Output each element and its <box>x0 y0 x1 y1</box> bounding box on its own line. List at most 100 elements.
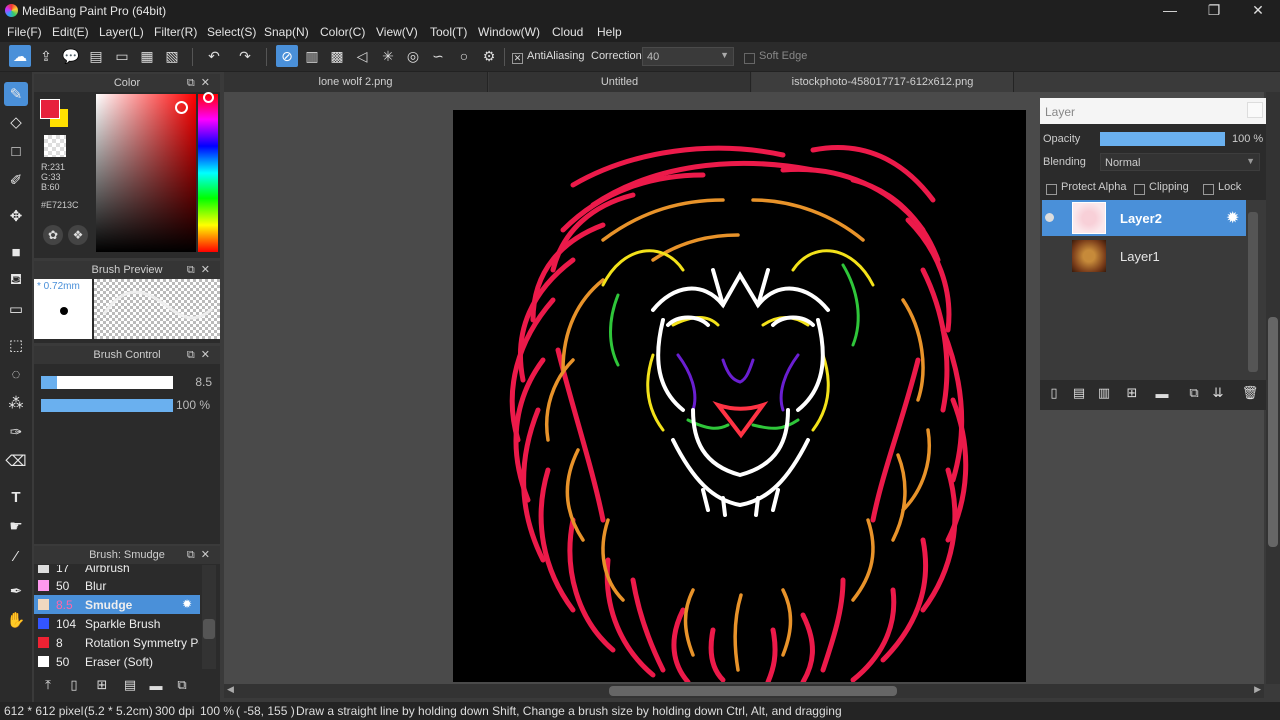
menu-edit[interactable]: Edit(E) <box>52 25 89 39</box>
new-brush-icon[interactable]: ▯ <box>64 675 84 695</box>
menu-tool[interactable]: Tool(T) <box>430 25 467 39</box>
foreground-color-swatch[interactable] <box>40 99 60 119</box>
add-brush-cloud-icon[interactable]: ⤒ <box>38 675 58 695</box>
close-button[interactable]: ✕ <box>1236 0 1280 22</box>
tab-untitled[interactable]: Untitled <box>489 72 751 92</box>
menu-help[interactable]: Help <box>597 25 622 39</box>
scroll-right-icon[interactable]: ▶ <box>1254 684 1261 695</box>
speech-bubble-icon[interactable]: 💬 <box>60 45 82 67</box>
brush-list-scrollbar[interactable] <box>202 565 216 669</box>
add-brush-menu-icon[interactable]: ⊞ <box>92 675 112 695</box>
comment-icon[interactable]: ▤ <box>85 45 107 67</box>
menu-filter[interactable]: Filter(R) <box>154 25 197 39</box>
redo-icon[interactable]: ↷ <box>234 45 256 67</box>
panel-popout-close-icon[interactable]: ⧉✕ <box>187 546 216 564</box>
brush-properties-icon[interactable]: ▤ <box>120 675 140 695</box>
grid-snap-icon[interactable]: ▩ <box>326 45 348 67</box>
blending-select[interactable]: Normal ▼ <box>1100 153 1260 171</box>
radial-snap-icon[interactable]: ✳ <box>377 45 399 67</box>
new-8bit-layer-icon[interactable]: ▥ <box>1094 383 1114 403</box>
layer-list-scrollbar[interactable] <box>1248 212 1258 372</box>
soft-edge-checkbox[interactable] <box>744 51 755 65</box>
scroll-left-icon[interactable]: ◀ <box>227 684 234 695</box>
menu-select[interactable]: Select(S) <box>207 25 256 39</box>
document-canvas[interactable] <box>453 110 1026 682</box>
circle-snap-icon[interactable]: ○ <box>453 45 475 67</box>
select-eraser-tool-icon[interactable]: ⌫ <box>4 449 28 473</box>
undo-icon[interactable]: ↶ <box>203 45 225 67</box>
operation-tool-icon[interactable]: ☛ <box>4 514 28 538</box>
menu-color[interactable]: Color(C) <box>320 25 365 39</box>
new-layer-icon[interactable]: ▯ <box>1044 383 1064 403</box>
layer-item-layer2[interactable]: Layer2 ✹ <box>1042 200 1246 236</box>
duplicate-brush-icon[interactable]: ⧉ <box>172 675 192 695</box>
antialiasing-checkbox[interactable] <box>512 51 523 65</box>
snap-settings-icon[interactable]: ⚙ <box>478 45 500 67</box>
eyedropper-tool-icon[interactable]: ⁄ <box>4 544 28 568</box>
tab-istockphoto[interactable]: istockphoto-458017717-612x612.png <box>752 72 1014 92</box>
menu-view[interactable]: View(V) <box>376 25 418 39</box>
rectangle-tool-icon[interactable]: □ <box>4 139 28 163</box>
move-tool-icon[interactable]: ✥ <box>4 204 28 228</box>
protect-alpha-checkbox[interactable] <box>1046 182 1057 196</box>
visibility-icon[interactable] <box>1045 213 1054 222</box>
minimize-button[interactable]: — <box>1148 0 1192 22</box>
layer-folder-icon[interactable]: ▬ <box>1152 383 1172 403</box>
panel-popout-close-icon[interactable]: ⧉✕ <box>187 346 216 364</box>
brush-item-smudge[interactable]: 8.5 Smudge ✹ <box>34 595 200 614</box>
hand-tool-icon[interactable]: ✋ <box>4 608 28 632</box>
brush-folder-icon[interactable]: ▬ <box>146 675 166 695</box>
vertical-scrollbar[interactable] <box>1266 92 1280 684</box>
clipping-checkbox[interactable] <box>1134 182 1145 196</box>
brush-opacity-slider[interactable] <box>41 399 173 412</box>
saturation-value-picker[interactable] <box>96 94 196 252</box>
maximize-button[interactable]: ❐ <box>1192 0 1236 22</box>
bucket-tool-icon[interactable]: ⛾ <box>4 268 28 292</box>
eraser-tool-icon[interactable]: ◇ <box>4 110 28 134</box>
transparent-swatch[interactable] <box>44 135 66 157</box>
new-halftone-layer-icon[interactable]: ▤ <box>1069 383 1089 403</box>
parallel-snap-icon[interactable]: ▥ <box>301 45 323 67</box>
lasso-tool-icon[interactable]: ◌ <box>4 362 28 386</box>
text-tool-icon[interactable]: T <box>4 485 28 509</box>
layer-settings-icon[interactable]: ✹ <box>1226 208 1239 228</box>
gradient-tool-icon[interactable]: ▭ <box>4 297 28 321</box>
layer-item-layer1[interactable]: Layer1 <box>1042 238 1246 274</box>
menu-layer[interactable]: Layer(L) <box>99 25 144 39</box>
brush-item-rotation-symmetry[interactable]: 8 Rotation Symmetry Pe <box>34 633 200 652</box>
upload-icon[interactable]: ⇪ <box>35 45 57 67</box>
document-icon[interactable]: ▭ <box>111 45 133 67</box>
panel-popout-close-icon[interactable]: ⧉✕ <box>187 261 216 279</box>
dropper-tool-icon[interactable]: ✒ <box>4 579 28 603</box>
fill-rect-tool-icon[interactable]: ■ <box>4 240 28 264</box>
palette-icon[interactable]: ✿ <box>43 225 63 245</box>
vertical-scroll-thumb[interactable] <box>1268 317 1278 547</box>
panel-popout-close-icon[interactable]: ⧉✕ <box>187 74 216 92</box>
tab-lone-wolf[interactable]: lone wolf 2.png <box>224 72 488 92</box>
horizontal-scroll-thumb[interactable] <box>609 686 897 696</box>
brush-item-eraser-soft[interactable]: 50 Eraser (Soft) <box>34 652 200 671</box>
pen-tool-icon[interactable]: ✐ <box>4 168 28 192</box>
curve-snap-icon[interactable]: ∽ <box>427 45 449 67</box>
brush-item-blur[interactable]: 50 Blur <box>34 576 200 595</box>
delete-layer-icon[interactable]: 🗑 <box>1240 383 1260 403</box>
select-pen-tool-icon[interactable]: ✑ <box>4 420 28 444</box>
merge-layer-icon[interactable]: ⇊ <box>1208 383 1228 403</box>
tools-icon[interactable]: ▧ <box>161 45 183 67</box>
snap-off-icon[interactable]: ⊘ <box>276 45 298 67</box>
brush-settings-icon[interactable]: ✹ <box>182 597 192 611</box>
magic-wand-tool-icon[interactable]: ⁂ <box>4 391 28 415</box>
menu-cloud[interactable]: Cloud <box>552 25 583 39</box>
correction-select[interactable]: 40 ▼ <box>642 47 734 66</box>
brush-list-scroll-thumb[interactable] <box>203 619 215 639</box>
sv-picker-handle[interactable] <box>175 101 188 114</box>
hue-slider-handle[interactable] <box>203 92 214 103</box>
menu-window[interactable]: Window(W) <box>478 25 540 39</box>
layer-panel-close-icon[interactable] <box>1247 102 1263 118</box>
brush-item-sparkle[interactable]: 104 Sparkle Brush <box>34 614 200 633</box>
brush-size-slider[interactable] <box>41 376 173 389</box>
brush-tool-icon[interactable]: ✎ <box>4 82 28 106</box>
perspective-snap-icon[interactable]: ◁ <box>351 45 373 67</box>
horizontal-scrollbar[interactable]: ◀ ▶ <box>224 684 1264 698</box>
cloud-brush-icon[interactable]: ☁ <box>9 45 31 67</box>
